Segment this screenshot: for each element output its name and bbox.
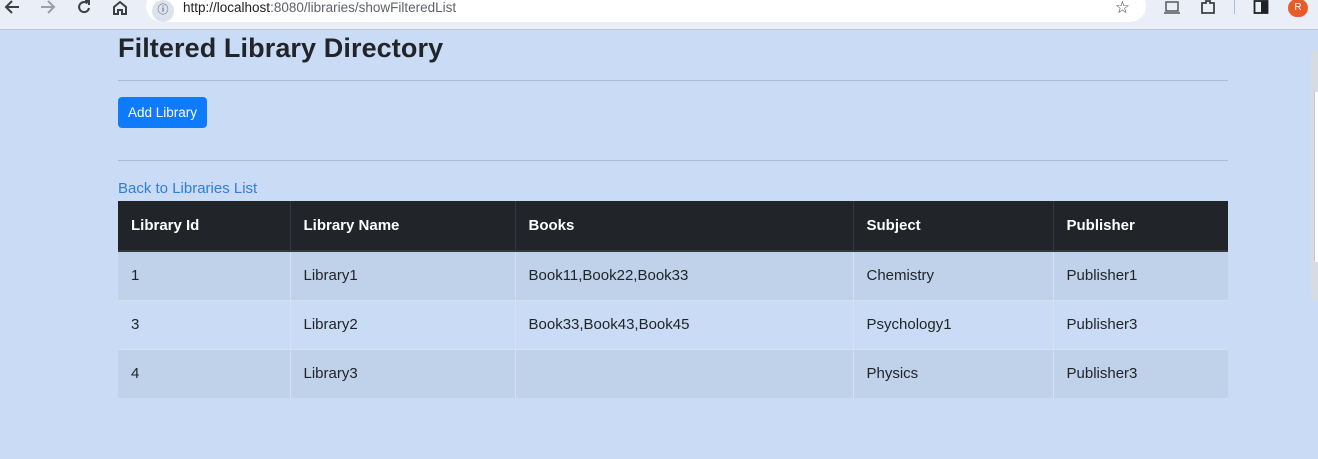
table-row: 1 Library1 Book11,Book22,Book33 Chemistr… bbox=[118, 250, 1228, 300]
header-library-id: Library Id bbox=[118, 201, 291, 252]
cell-publisher: Publisher3 bbox=[1053, 299, 1228, 349]
reload-icon[interactable] bbox=[72, 0, 96, 16]
table-header-row: Library Id Library Name Books Subject Pu… bbox=[118, 201, 1228, 252]
add-library-button[interactable]: Add Library bbox=[118, 97, 207, 128]
cell-books bbox=[515, 348, 854, 398]
libraries-table: Library Id Library Name Books Subject Pu… bbox=[118, 201, 1228, 398]
cell-library-id: 3 bbox=[118, 299, 291, 349]
cell-library-name: Library1 bbox=[290, 250, 516, 300]
header-publisher: Publisher bbox=[1053, 201, 1228, 252]
cell-subject: Physics bbox=[853, 348, 1054, 398]
site-info-icon[interactable]: ⓘ bbox=[152, 0, 174, 22]
table-row: 4 Library3 Physics Publisher3 bbox=[118, 348, 1228, 398]
toolbar-separator bbox=[1234, 0, 1235, 14]
cell-subject: Psychology1 bbox=[853, 299, 1054, 349]
profile-avatar[interactable]: R bbox=[1288, 0, 1308, 17]
cast-icon[interactable] bbox=[1163, 0, 1181, 16]
table-row: 3 Library2 Book33,Book43,Book45 Psycholo… bbox=[118, 299, 1228, 349]
url-text[interactable]: http://localhost:8080/libraries/showFilt… bbox=[183, 0, 456, 16]
page-title: Filtered Library Directory bbox=[118, 33, 444, 63]
side-scroll-thumb[interactable] bbox=[1314, 92, 1318, 262]
home-icon[interactable] bbox=[108, 0, 132, 16]
divider-top bbox=[118, 80, 1228, 81]
cell-library-id: 1 bbox=[118, 250, 291, 300]
cell-library-name: Library3 bbox=[290, 348, 516, 398]
extensions-icon[interactable] bbox=[1199, 0, 1217, 16]
divider-bottom bbox=[118, 160, 1228, 161]
header-books: Books bbox=[515, 201, 854, 252]
bookmark-star-icon[interactable]: ☆ bbox=[1115, 0, 1130, 18]
cell-library-id: 4 bbox=[118, 348, 291, 398]
cell-books: Book11,Book22,Book33 bbox=[515, 250, 854, 300]
cell-publisher: Publisher3 bbox=[1053, 348, 1228, 398]
back-to-libraries-link[interactable]: Back to Libraries List bbox=[118, 180, 257, 197]
cell-publisher: Publisher1 bbox=[1053, 250, 1228, 300]
forward-arrow-icon[interactable] bbox=[36, 0, 60, 16]
cell-library-name: Library2 bbox=[290, 299, 516, 349]
browser-toolbar: ⓘ http://localhost:8080/libraries/showFi… bbox=[0, 0, 1318, 30]
back-arrow-icon[interactable] bbox=[0, 0, 24, 16]
cell-subject: Chemistry bbox=[853, 250, 1054, 300]
header-library-name: Library Name bbox=[290, 201, 516, 252]
side-panel-icon[interactable] bbox=[1253, 0, 1269, 16]
address-bar[interactable]: ⓘ http://localhost:8080/libraries/showFi… bbox=[146, 0, 1146, 22]
cell-books: Book33,Book43,Book45 bbox=[515, 299, 854, 349]
header-subject: Subject bbox=[853, 201, 1054, 252]
